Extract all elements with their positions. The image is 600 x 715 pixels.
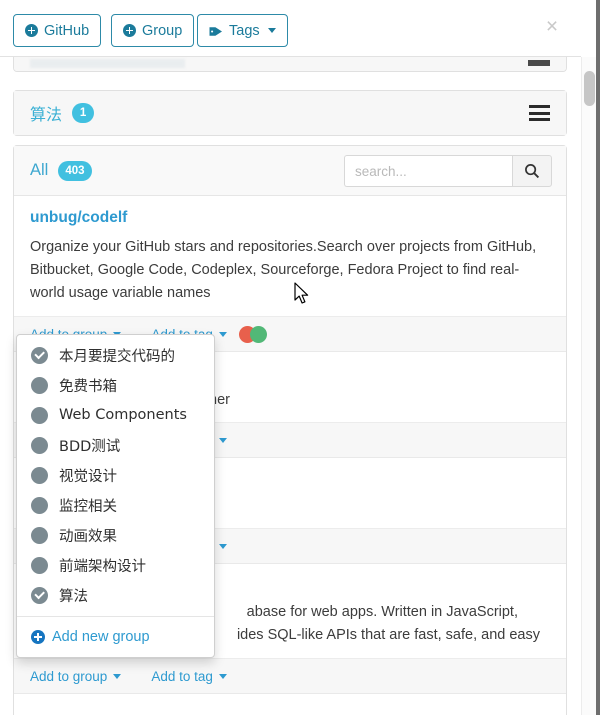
all-label[interactable]: All (30, 161, 48, 180)
group-menu-item-label: 视觉设计 (59, 468, 117, 485)
plus-circle-icon (123, 24, 136, 37)
github-button-label: GitHub (44, 22, 90, 39)
group-menu-item-label: 监控相关 (59, 498, 117, 515)
circle-icon (31, 376, 48, 394)
group-menu-item[interactable]: BDD测试 (17, 430, 214, 460)
circle-icon (31, 436, 48, 454)
scrolled-panel-partial (13, 57, 567, 72)
tags-dropdown-button[interactable]: Tags (197, 14, 288, 47)
top-toolbar: GitHub Group Tags × (0, 0, 581, 57)
group-menu-item-label: Web Components (59, 407, 187, 423)
all-panel-header: All 403 (14, 146, 566, 196)
scrolled-panel-title-ghost (30, 59, 185, 68)
chevron-down-icon (267, 28, 276, 33)
search-icon (525, 164, 540, 179)
search-button[interactable] (512, 155, 552, 187)
vertical-scrollbar-track[interactable] (581, 57, 596, 715)
repo-description: Organize your GitHub stars and repositor… (30, 239, 537, 301)
repo-footer: Add to group Add to tag (14, 658, 566, 693)
tags-button-label: Tags (229, 22, 260, 39)
plus-circle-icon (25, 24, 38, 37)
vertical-scrollbar-thumb[interactable] (584, 71, 595, 106)
hamburger-icon[interactable] (529, 105, 550, 121)
chevron-down-icon (218, 331, 227, 337)
search-input[interactable] (344, 155, 512, 187)
group-menu-item-label: 动画效果 (59, 528, 117, 545)
group-menu-item-label: 前端架构设计 (59, 558, 146, 575)
repo-title[interactable]: unbug/codelf (30, 209, 550, 227)
chevron-down-icon (218, 437, 227, 443)
group-menu-item-label: 本月要提交代码的 (59, 348, 175, 365)
repo-tag-dots[interactable] (238, 325, 267, 343)
group-menu-item[interactable]: 监控相关 (17, 490, 214, 520)
add-to-group-dropdown[interactable]: Add to group (30, 668, 122, 684)
mouse-cursor (294, 282, 309, 304)
group-menu-item[interactable]: 动画效果 (17, 520, 214, 550)
group-menu-item[interactable]: 视觉设计 (17, 460, 214, 490)
circle-icon (31, 466, 48, 484)
repo-row: unbug/codelf Organize your GitHub stars … (14, 196, 566, 352)
add-group-button-label: Group (142, 22, 183, 39)
window-right-edge (596, 0, 600, 715)
add-to-tag-label: Add to tag (151, 668, 213, 684)
repo-body: unbug/codelf Organize your GitHub stars … (14, 196, 566, 316)
hamburger-icon[interactable] (528, 60, 550, 66)
circle-icon (31, 556, 48, 574)
group-panel-suanfa: 算法 1 (13, 90, 567, 136)
chevron-down-icon (218, 543, 227, 549)
group-menu-item-label: 算法 (59, 588, 88, 605)
check-circle-icon (31, 586, 48, 604)
circle-icon (31, 406, 48, 424)
add-new-group-button[interactable]: Add new group (17, 617, 214, 657)
scrolled-panel-header[interactable] (14, 57, 566, 71)
plus-circle-icon (31, 630, 45, 644)
add-group-button[interactable]: Group (111, 14, 195, 47)
group-menu-item-label: 免费书箱 (59, 378, 117, 395)
github-button[interactable]: GitHub (13, 14, 102, 47)
group-menu-item[interactable]: 前端架构设计 (17, 550, 214, 580)
circle-icon (31, 496, 48, 514)
add-to-group-menu-items: 本月要提交代码的 免费书箱 Web Components BDD测试视觉设计监控相关动… (17, 340, 214, 610)
group-menu-item[interactable]: 算法 (17, 580, 214, 610)
add-new-group-label: Add new group (52, 629, 150, 645)
add-to-group-menu: 本月要提交代码的 免费书箱 Web Components BDD测试视觉设计监控相关动… (16, 334, 215, 658)
add-to-tag-dropdown[interactable]: Add to tag (151, 669, 227, 684)
chevron-down-icon (218, 673, 227, 679)
search-box (344, 155, 552, 187)
group-panel-count-badge: 1 (72, 103, 95, 123)
all-count-badge: 403 (58, 160, 92, 181)
add-to-group-label: Add to group (30, 668, 108, 684)
group-menu-item[interactable]: 本月要提交代码的 (17, 340, 214, 370)
group-panel-header[interactable]: 算法 1 (14, 91, 566, 135)
close-icon[interactable]: × (541, 16, 563, 39)
group-menu-item[interactable]: Web Components (17, 400, 214, 430)
codelf-extension-window: GitHub Group Tags × 算法 1 All 403 search.… (0, 0, 600, 715)
tag-color-dot-green (249, 325, 267, 343)
group-menu-item[interactable]: 免费书箱 (17, 370, 214, 400)
group-panel-title: 算法 (30, 105, 63, 124)
chevron-down-icon (113, 673, 122, 679)
circle-icon (31, 526, 48, 544)
check-circle-icon (31, 346, 48, 364)
tag-icon (209, 25, 223, 36)
group-menu-item-label: BDD测试 (59, 438, 121, 455)
